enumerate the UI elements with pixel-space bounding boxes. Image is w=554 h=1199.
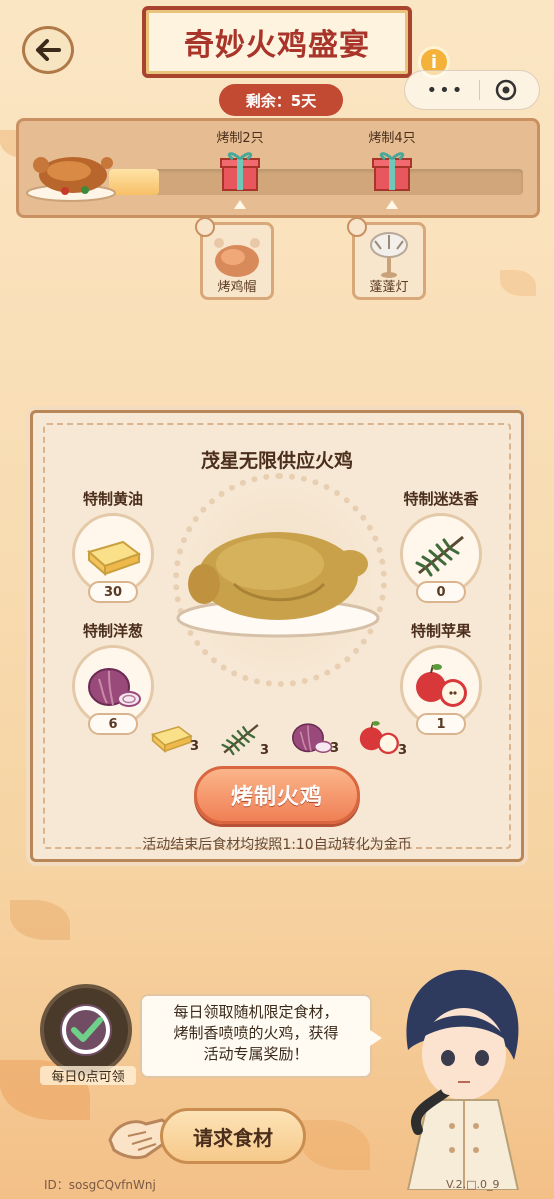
ingredient-count: 0: [416, 581, 466, 603]
gift-icon[interactable]: [219, 148, 261, 192]
page-title: 奇妙火鸡盛宴: [184, 28, 370, 63]
ingredient-butter: 特制黄油 30: [68, 488, 158, 603]
milestone-1: 烤制2只: [205, 121, 275, 209]
reward-label: 蓬蓬灯: [369, 280, 409, 295]
reward-card-lamp[interactable]: 蓬蓬灯: [347, 217, 426, 300]
cost-count: 3: [330, 741, 340, 756]
cost-onion: 3: [288, 718, 339, 756]
decor-leaf: [500, 270, 536, 296]
daily-claim-label: 每日0点可领: [40, 1066, 136, 1085]
cost-rosemary: 3: [218, 718, 269, 758]
supply-title: 茂星无限供应火鸡: [200, 450, 353, 472]
roast-button-label: 烤制火鸡: [230, 785, 323, 810]
rosemary-icon: [415, 535, 464, 577]
progress-track: [109, 169, 523, 195]
butter-icon: [151, 725, 193, 754]
ingredient-count: 6: [88, 713, 138, 735]
request-button-label: 请求食材: [193, 1125, 273, 1150]
cost-butter: 3: [148, 718, 199, 754]
roast-turkey-button[interactable]: 烤制火鸡: [194, 766, 360, 824]
gift-icon[interactable]: [371, 148, 413, 192]
user-id-text: ID：sosgCQvfnWnj: [44, 1178, 156, 1192]
ingredient-name: 特制黄油: [82, 490, 143, 508]
apple-icon: [359, 721, 399, 755]
back-button[interactable]: [22, 26, 74, 74]
speech-line: 活动专属奖励！: [203, 1045, 309, 1063]
reward-badge-icon: [195, 217, 215, 237]
speech-line: 每日领取随机限定食材，: [173, 1003, 339, 1021]
roast-chicken-hat-icon: [214, 238, 260, 277]
cost-count: 3: [260, 743, 270, 758]
checkmark-icon: [60, 1004, 112, 1056]
onion-icon: [292, 723, 333, 753]
remaining-days-badge: 剩余：5天: [219, 84, 343, 116]
npc-character: [406, 969, 520, 1190]
ingredient-onion: 特制洋葱 6: [68, 620, 158, 735]
reward-badge-icon: [347, 217, 367, 237]
reward-label: 烤鸡帽: [217, 280, 257, 295]
close-circle-icon[interactable]: [495, 79, 517, 101]
cost-count: 3: [398, 743, 408, 758]
ingredient-apple: 特制苹果 1: [396, 620, 486, 735]
roast-turkey-icon: [176, 532, 380, 638]
ingredient-name: 特制迷迭香: [403, 490, 479, 508]
cost-apple: 3: [356, 718, 407, 758]
progress-panel: 烤制2只 烤制4只: [16, 118, 540, 218]
milestone-marker: [386, 200, 398, 209]
version-text: V.2.□.0_9: [446, 1178, 500, 1191]
decor-leaf: [300, 1120, 370, 1170]
roast-turkey-icon: [26, 157, 116, 202]
ingredient-count: 30: [88, 581, 138, 603]
more-icon[interactable]: •••: [427, 80, 465, 101]
apple-icon: [416, 664, 467, 707]
milestone-2: 烤制4只: [357, 121, 427, 209]
milestone-label: 烤制2只: [216, 131, 264, 146]
daily-claim-button[interactable]: [40, 984, 132, 1076]
miniprogram-capsule: •••: [404, 70, 540, 110]
milestone-marker: [234, 200, 246, 209]
ingredient-name: 特制苹果: [410, 622, 471, 640]
speech-line: 烤制香喷喷的火鸡，获得: [173, 1024, 339, 1042]
milestone-label: 烤制4只: [368, 131, 416, 146]
arrow-left-icon: [36, 39, 61, 61]
decor-leaf: [10, 900, 70, 940]
butter-icon: [86, 540, 142, 576]
fluffy-lamp-icon: [370, 232, 408, 278]
npc-speech-bubble: 每日领取随机限定食材， 烤制香喷喷的火鸡，获得 活动专属奖励！: [140, 994, 382, 1078]
page-title-banner: 奇妙火鸡盛宴: [142, 6, 412, 78]
rosemary-icon: [221, 724, 259, 756]
onion-icon: [88, 668, 141, 707]
reward-card-hat[interactable]: 烤鸡帽: [195, 217, 274, 300]
cost-count: 3: [190, 739, 200, 754]
capsule-divider: [479, 80, 481, 100]
convert-note: 活动结束后食材均按照1:10自动转化为金币: [142, 837, 412, 853]
ingredient-rosemary: 特制迷迭香 0: [396, 488, 486, 603]
request-ingredients-button[interactable]: 请求食材: [160, 1108, 306, 1164]
ingredient-name: 特制洋葱: [82, 622, 143, 640]
ingredient-count: 1: [416, 713, 466, 735]
